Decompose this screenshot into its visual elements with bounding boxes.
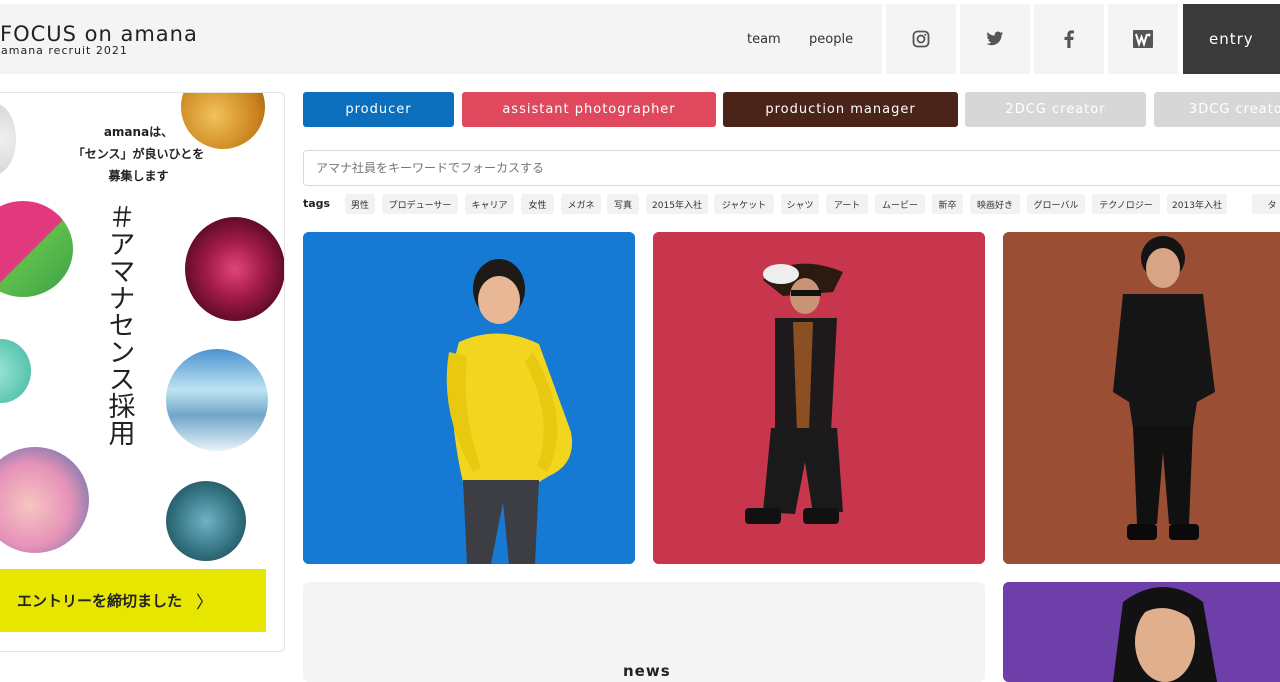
wantedly-icon [1133, 30, 1153, 48]
category-assistant-photographer[interactable]: assistant photographer [462, 92, 716, 127]
tag-chip[interactable]: シャツ [781, 194, 819, 214]
tag-chip[interactable]: タ [1252, 194, 1280, 214]
entry-button[interactable]: entry [1183, 4, 1280, 74]
person-photo-2-figure [653, 232, 985, 564]
tag-chip[interactable]: 写真 [607, 194, 639, 214]
person-photo-1-figure [303, 232, 635, 564]
tag-chip[interactable]: キャリア [465, 194, 514, 214]
tag-chip[interactable]: アート [826, 194, 868, 214]
wantedly-button[interactable] [1108, 4, 1178, 74]
tag-chip[interactable]: 女性 [521, 194, 554, 214]
site-subtitle: amana recruit 2021 [1, 44, 128, 57]
instagram-button[interactable] [886, 4, 956, 74]
chevron-right-icon: 〉 [196, 593, 214, 613]
nav-people-link[interactable]: people [809, 32, 853, 47]
category-production-manager[interactable]: production manager [723, 92, 958, 127]
category-3dcg-creator[interactable]: 3DCG creator [1154, 92, 1280, 127]
brand-bar: FOCUS on amana amana recruit 2021 team p… [0, 4, 882, 74]
tag-chip[interactable]: ジャケット [714, 194, 774, 214]
person-photo-3-figure [1003, 232, 1280, 564]
news-panel[interactable]: news [303, 582, 985, 682]
tag-chip[interactable]: 映画好き [970, 194, 1020, 214]
circle-image-mountain [166, 349, 268, 451]
twitter-icon [986, 31, 1004, 46]
entry-closed-label: エントリーを締切ました [17, 592, 183, 610]
entry-closed-button[interactable]: エントリーを締切ました 〉 [0, 569, 266, 632]
recruit-card: amanaは、 「センス」が良いひとを 募集します ＃アマナセンス採用 エントリ… [0, 92, 285, 652]
person-photo-card-1[interactable] [303, 232, 635, 564]
tags-label: tags [303, 197, 331, 210]
tag-chip[interactable]: プロデューサー [382, 194, 458, 214]
nav-team-link[interactable]: team [747, 32, 781, 47]
tag-chip[interactable]: 新卒 [932, 194, 963, 214]
tag-chip[interactable]: グローバル [1027, 194, 1085, 214]
keyword-search-input[interactable] [303, 150, 1280, 186]
tag-chip[interactable]: 2013年入社 [1167, 194, 1227, 214]
circle-image-face [0, 447, 89, 553]
facebook-button[interactable] [1034, 4, 1104, 74]
site-header: FOCUS on amana amana recruit 2021 team p… [0, 4, 1280, 74]
tag-chip[interactable]: ムービー [875, 194, 925, 214]
tag-chip[interactable]: 2015年入社 [646, 194, 708, 214]
vertical-headline: ＃アマナセンス採用 [99, 203, 139, 446]
vertical-headline-text: ＃アマナセンス採用 [103, 203, 135, 446]
tag-chip[interactable]: テクノロジー [1092, 194, 1160, 214]
person-photo-4-figure [1003, 582, 1280, 682]
site-title[interactable]: FOCUS on amana [0, 22, 198, 46]
circle-image-dancer [0, 201, 73, 297]
person-photo-card-2[interactable] [653, 232, 985, 564]
news-label: news [623, 662, 671, 680]
circle-image-flower [185, 217, 284, 321]
category-2dcg-creator[interactable]: 2DCG creator [965, 92, 1146, 127]
instagram-icon [912, 30, 930, 48]
twitter-button[interactable] [960, 4, 1030, 74]
circle-image-teal [0, 339, 31, 403]
person-photo-card-4[interactable] [1003, 582, 1280, 682]
person-photo-card-3[interactable] [1003, 232, 1280, 564]
circle-image-rocks [166, 481, 246, 561]
facebook-icon [1064, 30, 1074, 48]
tag-chip[interactable]: メガネ [561, 194, 601, 214]
category-producer[interactable]: producer [303, 92, 454, 127]
card-lead-line-3: 募集します [108, 169, 169, 183]
tag-chip[interactable]: 男性 [345, 194, 375, 214]
